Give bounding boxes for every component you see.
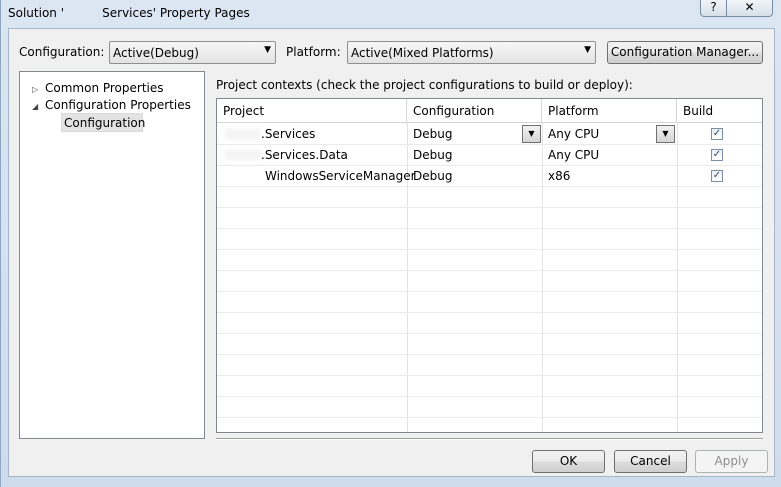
chevron-down-icon: ▼ bbox=[662, 129, 669, 138]
window-title: Solution ' Services' Property Pages bbox=[8, 6, 250, 20]
collapse-icon[interactable]: ◢ bbox=[32, 102, 38, 111]
project-contexts-grid: Project Configuration Platform Build .Se bbox=[216, 98, 763, 433]
row-platform-value[interactable]: x86 bbox=[548, 169, 570, 183]
row-divider bbox=[217, 186, 762, 187]
build-checkbox[interactable]: ✓ bbox=[711, 128, 723, 140]
row-divider bbox=[217, 228, 762, 229]
redacted-text bbox=[225, 129, 261, 139]
row-project-name: WindowsServiceManager bbox=[265, 169, 416, 183]
help-button[interactable]: ? bbox=[700, 0, 727, 17]
tree-item-common-properties[interactable]: Common Properties bbox=[45, 81, 164, 95]
row-platform-value[interactable]: Any CPU bbox=[548, 127, 599, 141]
column-header-project[interactable]: Project bbox=[217, 99, 407, 123]
dialog-client-area: Configuration: Active(Debug) ▼ Platform:… bbox=[8, 28, 775, 477]
column-divider bbox=[677, 123, 678, 432]
platform-combo-value: Active(Mixed Platforms) bbox=[351, 46, 494, 60]
close-button[interactable]: ✕ bbox=[726, 0, 773, 17]
configuration-manager-button[interactable]: Configuration Manager... bbox=[607, 41, 763, 64]
redacted-text bbox=[225, 150, 261, 160]
row-divider bbox=[217, 291, 762, 292]
column-header-platform[interactable]: Platform bbox=[542, 99, 677, 123]
chevron-down-icon: ▼ bbox=[264, 45, 271, 55]
row-divider bbox=[217, 354, 762, 355]
tree-item-configuration-properties[interactable]: Configuration Properties bbox=[45, 98, 191, 112]
build-checkbox[interactable]: ✓ bbox=[711, 149, 723, 161]
chevron-down-icon: ▼ bbox=[528, 129, 535, 138]
close-icon: ✕ bbox=[744, 0, 755, 14]
row-configuration-value[interactable]: Debug bbox=[413, 127, 452, 141]
column-header-build[interactable]: Build bbox=[677, 99, 762, 123]
row-divider bbox=[217, 396, 762, 397]
platform-label: Platform: bbox=[286, 45, 341, 59]
row-divider bbox=[217, 333, 762, 334]
project-contexts-label: Project contexts (check the project conf… bbox=[216, 78, 633, 92]
property-tree: ▷ Common Properties ◢ Configuration Prop… bbox=[19, 71, 205, 439]
platform-combo[interactable]: Active(Mixed Platforms) ▼ bbox=[347, 41, 596, 64]
build-checkbox[interactable]: ✓ bbox=[711, 170, 723, 182]
column-divider bbox=[542, 123, 543, 432]
cancel-button[interactable]: Cancel bbox=[614, 450, 687, 473]
row-divider bbox=[217, 417, 762, 418]
chevron-down-icon: ▼ bbox=[584, 45, 591, 55]
platform-dropdown-button[interactable]: ▼ bbox=[656, 125, 675, 143]
ok-button[interactable]: OK bbox=[532, 450, 605, 473]
row-divider bbox=[217, 165, 762, 166]
row-project-name: .Services bbox=[261, 127, 316, 141]
title-bar[interactable]: Solution ' Services' Property Pages ? ✕ bbox=[1, 0, 781, 27]
expand-icon[interactable]: ▷ bbox=[32, 85, 38, 94]
row-project-name: .Services.Data bbox=[261, 148, 348, 162]
row-configuration-value[interactable]: Debug bbox=[413, 169, 452, 183]
configuration-combo-value: Active(Debug) bbox=[113, 46, 199, 60]
button-separator bbox=[216, 438, 763, 440]
row-divider bbox=[217, 144, 762, 145]
row-platform-value[interactable]: Any CPU bbox=[548, 148, 599, 162]
help-icon: ? bbox=[710, 0, 717, 14]
row-configuration-value[interactable]: Debug bbox=[413, 148, 452, 162]
row-divider bbox=[217, 249, 762, 250]
configuration-combo[interactable]: Active(Debug) ▼ bbox=[109, 41, 276, 64]
apply-button[interactable]: Apply bbox=[695, 450, 768, 473]
row-divider bbox=[217, 312, 762, 313]
property-pages-window: Solution ' Services' Property Pages ? ✕ … bbox=[0, 0, 781, 487]
tree-item-configuration[interactable]: Configuration bbox=[64, 116, 145, 130]
row-divider bbox=[217, 207, 762, 208]
column-header-configuration[interactable]: Configuration bbox=[407, 99, 542, 123]
configuration-dropdown-button[interactable]: ▼ bbox=[522, 125, 541, 143]
configuration-label: Configuration: bbox=[19, 45, 105, 59]
row-divider bbox=[217, 270, 762, 271]
row-divider bbox=[217, 375, 762, 376]
